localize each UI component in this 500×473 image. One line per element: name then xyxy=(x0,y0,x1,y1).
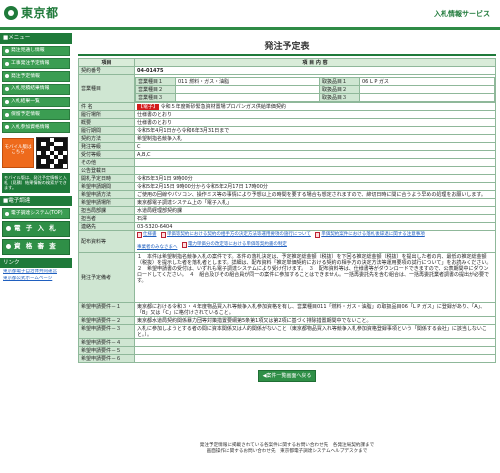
table-row: その他 xyxy=(78,158,496,167)
footer-contact-helpdesk: 画面操作に関するお問い合わせ先 東京都電子調達システムヘルプデスクまで xyxy=(206,449,368,455)
pdf-icon xyxy=(160,231,166,238)
subject: 令和５年度新砂緊急資材置場プロパンガス供給単価契約 xyxy=(160,103,286,110)
table-row: 発注予定備考 １ 本件は希望制指名競争入札の案件です。本件の落札決定は、予定推定… xyxy=(78,252,496,304)
table-row: 連絡先 03-5320-6404 xyxy=(78,222,496,231)
sidebar-system-heading: ■電子調達 xyxy=(0,195,72,207)
sidebar-links-heading: リンク xyxy=(0,257,72,269)
table-row: 開札予定日時 令和5年3月1日 9時00分 xyxy=(78,174,496,183)
doc-specification[interactable]: 仕様書 xyxy=(137,232,157,239)
sidebar-item-e-procurement[interactable]: 電子調達システム(TOP) xyxy=(2,208,70,219)
pdf-icon xyxy=(181,242,187,248)
mobile-version-button[interactable]: モバイル版はこちら xyxy=(2,137,34,168)
service-name: 入札情報サービス xyxy=(434,10,490,18)
handling-item-1: 06 L P ガス xyxy=(359,77,495,86)
table-row: 公告登載日 xyxy=(78,166,496,175)
back-to-list-button[interactable]: ◀案件一覧画面へ戻る xyxy=(258,370,316,383)
mobile-section: モバイル版はこちら xyxy=(2,136,70,169)
table-row: 概要 仕様書のとおり xyxy=(78,118,496,127)
column-header-content: 項 目 内 容 xyxy=(134,58,496,67)
table-row: 履行期間 令和5年4月1日から令和6年3月31日まで xyxy=(78,126,496,135)
doc-unit-price-guideline[interactable]: 単価等契約における契約の相手方の決定方法等運用要項の施行について xyxy=(160,231,311,239)
sidebar-item-bid-results[interactable]: 入札見積結果情報 xyxy=(2,83,70,95)
table-row: 希望申請方法 ご使用の回線やパソコン、操作ミス等の事情により予想以上の時間を要す… xyxy=(78,190,496,199)
column-header-item: 項目 xyxy=(78,58,135,67)
table-row: 担当者 石澤 xyxy=(78,214,496,223)
logo-text: 東京都 xyxy=(21,6,59,20)
link-official-site[interactable]: 東京都公式ホームページ xyxy=(3,276,69,281)
pdf-icon xyxy=(137,231,142,238)
table-row: 希望申請要件－１ 東京都における令和３・４年度物品買入れ等競争入札参加資格を有し… xyxy=(78,302,496,318)
table-row: 発注等級 C xyxy=(78,142,496,151)
bullet-icon xyxy=(6,244,11,250)
electronic-bid-button[interactable]: 電 子 入 札 xyxy=(2,220,70,237)
table-row: 配布資料等 仕様書 単価等契約における契約の相手方の決定方法等運用要項の施行につ… xyxy=(78,229,496,254)
page-header: 東京都 入札情報サービス xyxy=(0,0,500,30)
table-row: 件 名 【電子】 令和５年度新砂緊急資材置場プロパンガス供給単価契約 xyxy=(78,102,496,111)
doc-electricity-revision[interactable]: 電力単価分の改定等における単価等契約書の制定 xyxy=(181,242,287,249)
title-divider xyxy=(78,54,496,56)
qr-code-icon xyxy=(36,136,68,169)
tokyo-logo[interactable]: 東京都 xyxy=(4,6,59,21)
bullet-icon xyxy=(5,74,9,79)
table-row: 希望申請場所 東京都電子調達システム上の「電子入札」 xyxy=(78,198,496,207)
table-row: 希望申請要件－４ xyxy=(78,338,496,348)
table-row: 履行場所 仕様書のとおり xyxy=(78,110,496,119)
table-row: 営業種目 営業種目１ 011 燃料・ガス・油脂 取扱品目１ 06 L P ガス … xyxy=(78,74,496,103)
page-footer: 発注予定情報に掲載されている各案件に関するお問い合わせ先 各発注局契約課まで 画… xyxy=(78,443,496,456)
table-row: 希望申請要件－３ 入札に参加しようとする者の間に資本関係又は人的関係がないこと（… xyxy=(78,324,496,340)
table-row: 希望申請要件－５ xyxy=(78,346,496,356)
bullet-icon xyxy=(5,125,9,130)
sidebar-menu-heading: ■メニュー xyxy=(0,33,72,44)
table-row: 受付等級 A,B,C xyxy=(78,150,496,159)
link-joint-operation[interactable]: 東京都電子自治体共同運営 xyxy=(3,269,69,274)
mobile-note: モバイル版は、発注予定情報と入札（見積）結果情報の検索ができます。 xyxy=(2,172,70,193)
sidebar-item-pending[interactable]: 保留予定情報 xyxy=(2,109,70,121)
table-row: 契約番号 04-01475 xyxy=(78,66,496,75)
pdf-icon xyxy=(315,231,321,238)
sidebar-item-qualification[interactable]: 入札参加資格情報 xyxy=(2,122,70,133)
contract-number: 04-01475 xyxy=(134,66,496,75)
page-title: 発注予定表 xyxy=(264,42,310,52)
bullet-icon xyxy=(5,211,9,216)
bullet-icon xyxy=(5,87,9,92)
bullet-icon xyxy=(6,226,11,232)
doc-notice-to-businesses[interactable]: 事業者のみなさまへ xyxy=(137,245,178,252)
electronic-tag: 【電子】 xyxy=(137,103,160,110)
table-row: 希望申請要件－６ xyxy=(78,354,496,364)
sidebar: ■メニュー 発注見通し情報 工事発注予定情報 発注予定情報 入札見積結果情報 入… xyxy=(0,30,72,473)
main-content: 発注予定表 項目 項 目 内 容 契約番号 04-01475 営業種目 営業種目… xyxy=(78,30,496,383)
sidebar-item-order-plan[interactable]: 発注予定情報 xyxy=(2,71,70,82)
table-row: 希望申請要件－２ 東京都水道局契約関係暴力団等対策措置要綱第5条第1項又は第2項… xyxy=(78,316,496,326)
doc-withdrawal-notice[interactable]: 単価契約案件における落札後辞退に関する注意事項 xyxy=(315,232,425,239)
table-row: 担当局部課 水道局経理部契約課 xyxy=(78,206,496,215)
bullet-icon xyxy=(5,99,9,104)
table-row: 契約方法 希望制指名競争入札 xyxy=(78,134,496,143)
sidebar-item-outlook[interactable]: 発注見通し情報 xyxy=(2,45,70,57)
business-type-1: 011 燃料・ガス・油脂 xyxy=(175,77,320,86)
bullet-icon xyxy=(5,112,9,117)
bullet-icon xyxy=(5,48,9,53)
sidebar-item-construction-plan[interactable]: 工事発注予定情報 xyxy=(2,58,70,70)
qualification-review-button[interactable]: 資 格 審 査 xyxy=(2,238,70,255)
bullet-icon xyxy=(5,61,9,66)
remarks-text: １ 本件は希望制指名競争入札の案件です。本件の落札決定は、予定推定総金額（税抜）… xyxy=(134,252,496,304)
tokyo-emblem-icon xyxy=(4,6,18,21)
table-row: 希望申請期間 令和5年2月15日 9時00分から令和5年2月17日 17時00分 xyxy=(78,182,496,191)
business-type-subtable: 営業種目１ 011 燃料・ガス・油脂 取扱品目１ 06 L P ガス 営業種目２… xyxy=(135,77,495,102)
order-plan-table: 項目 項 目 内 容 契約番号 04-01475 営業種目 営業種目１ 011 … xyxy=(78,58,496,364)
sidebar-item-bid-list[interactable]: 入札結果一覧 xyxy=(2,96,70,108)
